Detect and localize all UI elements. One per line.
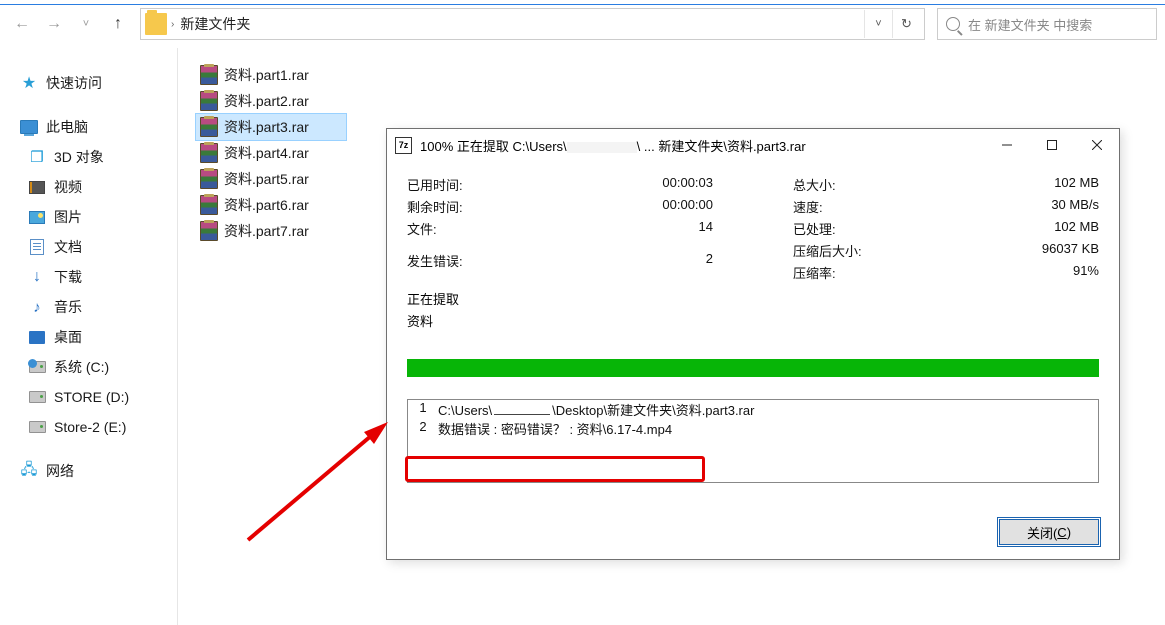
window-minimize[interactable] xyxy=(984,130,1029,160)
nav-back[interactable]: ← xyxy=(8,10,36,38)
search-icon xyxy=(946,17,960,31)
rar-icon xyxy=(200,195,218,215)
extract-dialog: 7z 100% 正在提取 C:\Users\\ ... 新建文件夹\资料.par… xyxy=(386,128,1120,560)
addr-refresh[interactable]: ↻ xyxy=(892,10,920,38)
annotation-highlight xyxy=(405,456,705,482)
network-icon: 🖧 xyxy=(20,462,38,480)
file-item[interactable]: 资料.part5.rar xyxy=(196,166,346,192)
sidebar-drive-e[interactable]: Store-2 (E:) xyxy=(0,412,177,442)
nav-up[interactable]: ↑ xyxy=(104,10,132,38)
dialog-title: 100% 正在提取 C:\Users\\ ... 新建文件夹\资料.part3.… xyxy=(420,136,984,155)
close-button[interactable]: 关闭(C) xyxy=(999,519,1099,545)
file-item[interactable]: 资料.part6.rar xyxy=(196,192,346,218)
log-row: 1 C:\Users\\Desktop\新建文件夹\资料.part3.rar xyxy=(408,400,1098,419)
window-maximize[interactable] xyxy=(1029,130,1074,160)
sidebar-3d-objects[interactable]: ❒3D 对象 xyxy=(0,142,177,172)
file-item[interactable]: 资料.part3.rar xyxy=(196,114,346,140)
address-bar-row: ← → ˅ ↑ › 新建文件夹 ˅ ↻ 在 新建文件夹 中搜索 xyxy=(0,0,1165,48)
address-bar[interactable]: › 新建文件夹 ˅ ↻ xyxy=(140,8,925,40)
file-name: 资料.part1.rar xyxy=(224,65,309,85)
extract-stats: 已用时间:00:00:03 剩余时间:00:00:00 文件:14 发生错误:2… xyxy=(407,175,1099,285)
sidebar-downloads[interactable]: ↓下载 xyxy=(0,262,177,292)
document-icon xyxy=(30,239,44,255)
addr-dropdown[interactable]: ˅ xyxy=(864,10,892,38)
extract-status: 正在提取 资料 xyxy=(407,289,1099,333)
file-name: 资料.part6.rar xyxy=(224,195,309,215)
sidebar-quick-access[interactable]: ★ 快速访问 xyxy=(0,68,177,98)
drive-icon xyxy=(29,421,46,433)
7z-icon: 7z xyxy=(395,137,412,154)
breadcrumb-segment[interactable]: 新建文件夹 xyxy=(180,14,250,34)
file-item[interactable]: 资料.part2.rar xyxy=(196,88,346,114)
file-name: 资料.part7.rar xyxy=(224,221,309,241)
nav-sidebar: ★ 快速访问 此电脑 ❒3D 对象 视频 图片 文档 ↓下载 ♪音乐 桌面 系统… xyxy=(0,48,178,625)
log-row: 2 数据错误 : 密码错误？ : 资料\6.17-4.mp4 xyxy=(408,419,1098,438)
file-name: 资料.part2.rar xyxy=(224,91,309,111)
film-icon xyxy=(29,181,45,194)
sidebar-drive-c[interactable]: 系统 (C:) xyxy=(0,352,177,382)
file-name: 资料.part3.rar xyxy=(224,117,309,137)
search-placeholder: 在 新建文件夹 中搜索 xyxy=(968,15,1092,34)
nav-fwd[interactable]: → xyxy=(40,10,68,38)
nav-recent-chevron[interactable]: ˅ xyxy=(72,10,100,38)
rar-icon xyxy=(200,169,218,189)
music-icon: ♪ xyxy=(28,298,46,316)
cube-icon: ❒ xyxy=(28,148,46,166)
desktop-icon xyxy=(29,331,45,344)
rar-icon xyxy=(200,221,218,241)
sidebar-pictures[interactable]: 图片 xyxy=(0,202,177,232)
star-icon: ★ xyxy=(20,74,38,92)
picture-icon xyxy=(29,211,45,224)
file-item[interactable]: 资料.part7.rar xyxy=(196,218,346,244)
pc-icon xyxy=(20,120,38,134)
rar-icon xyxy=(200,117,218,137)
sidebar-videos[interactable]: 视频 xyxy=(0,172,177,202)
rar-icon xyxy=(200,91,218,111)
sidebar-network[interactable]: 🖧 网络 xyxy=(0,456,177,486)
rar-icon xyxy=(200,143,218,163)
file-item[interactable]: 资料.part1.rar xyxy=(196,62,346,88)
breadcrumb[interactable]: › 新建文件夹 xyxy=(171,14,250,34)
download-icon: ↓ xyxy=(28,268,46,286)
drive-icon xyxy=(29,361,46,373)
progress-bar xyxy=(407,359,1099,377)
sidebar-music[interactable]: ♪音乐 xyxy=(0,292,177,322)
file-name: 资料.part4.rar xyxy=(224,143,309,163)
chevron-right-icon: › xyxy=(171,19,174,30)
search-input[interactable]: 在 新建文件夹 中搜索 xyxy=(937,8,1157,40)
folder-icon xyxy=(145,13,167,35)
file-name: 资料.part5.rar xyxy=(224,169,309,189)
file-item[interactable]: 资料.part4.rar xyxy=(196,140,346,166)
sidebar-documents[interactable]: 文档 xyxy=(0,232,177,262)
dialog-titlebar[interactable]: 7z 100% 正在提取 C:\Users\\ ... 新建文件夹\资料.par… xyxy=(387,129,1119,161)
sidebar-this-pc[interactable]: 此电脑 xyxy=(0,112,177,142)
drive-icon xyxy=(29,391,46,403)
window-close[interactable] xyxy=(1074,130,1119,160)
sidebar-desktop[interactable]: 桌面 xyxy=(0,322,177,352)
rar-icon xyxy=(200,65,218,85)
sidebar-drive-d[interactable]: STORE (D:) xyxy=(0,382,177,412)
